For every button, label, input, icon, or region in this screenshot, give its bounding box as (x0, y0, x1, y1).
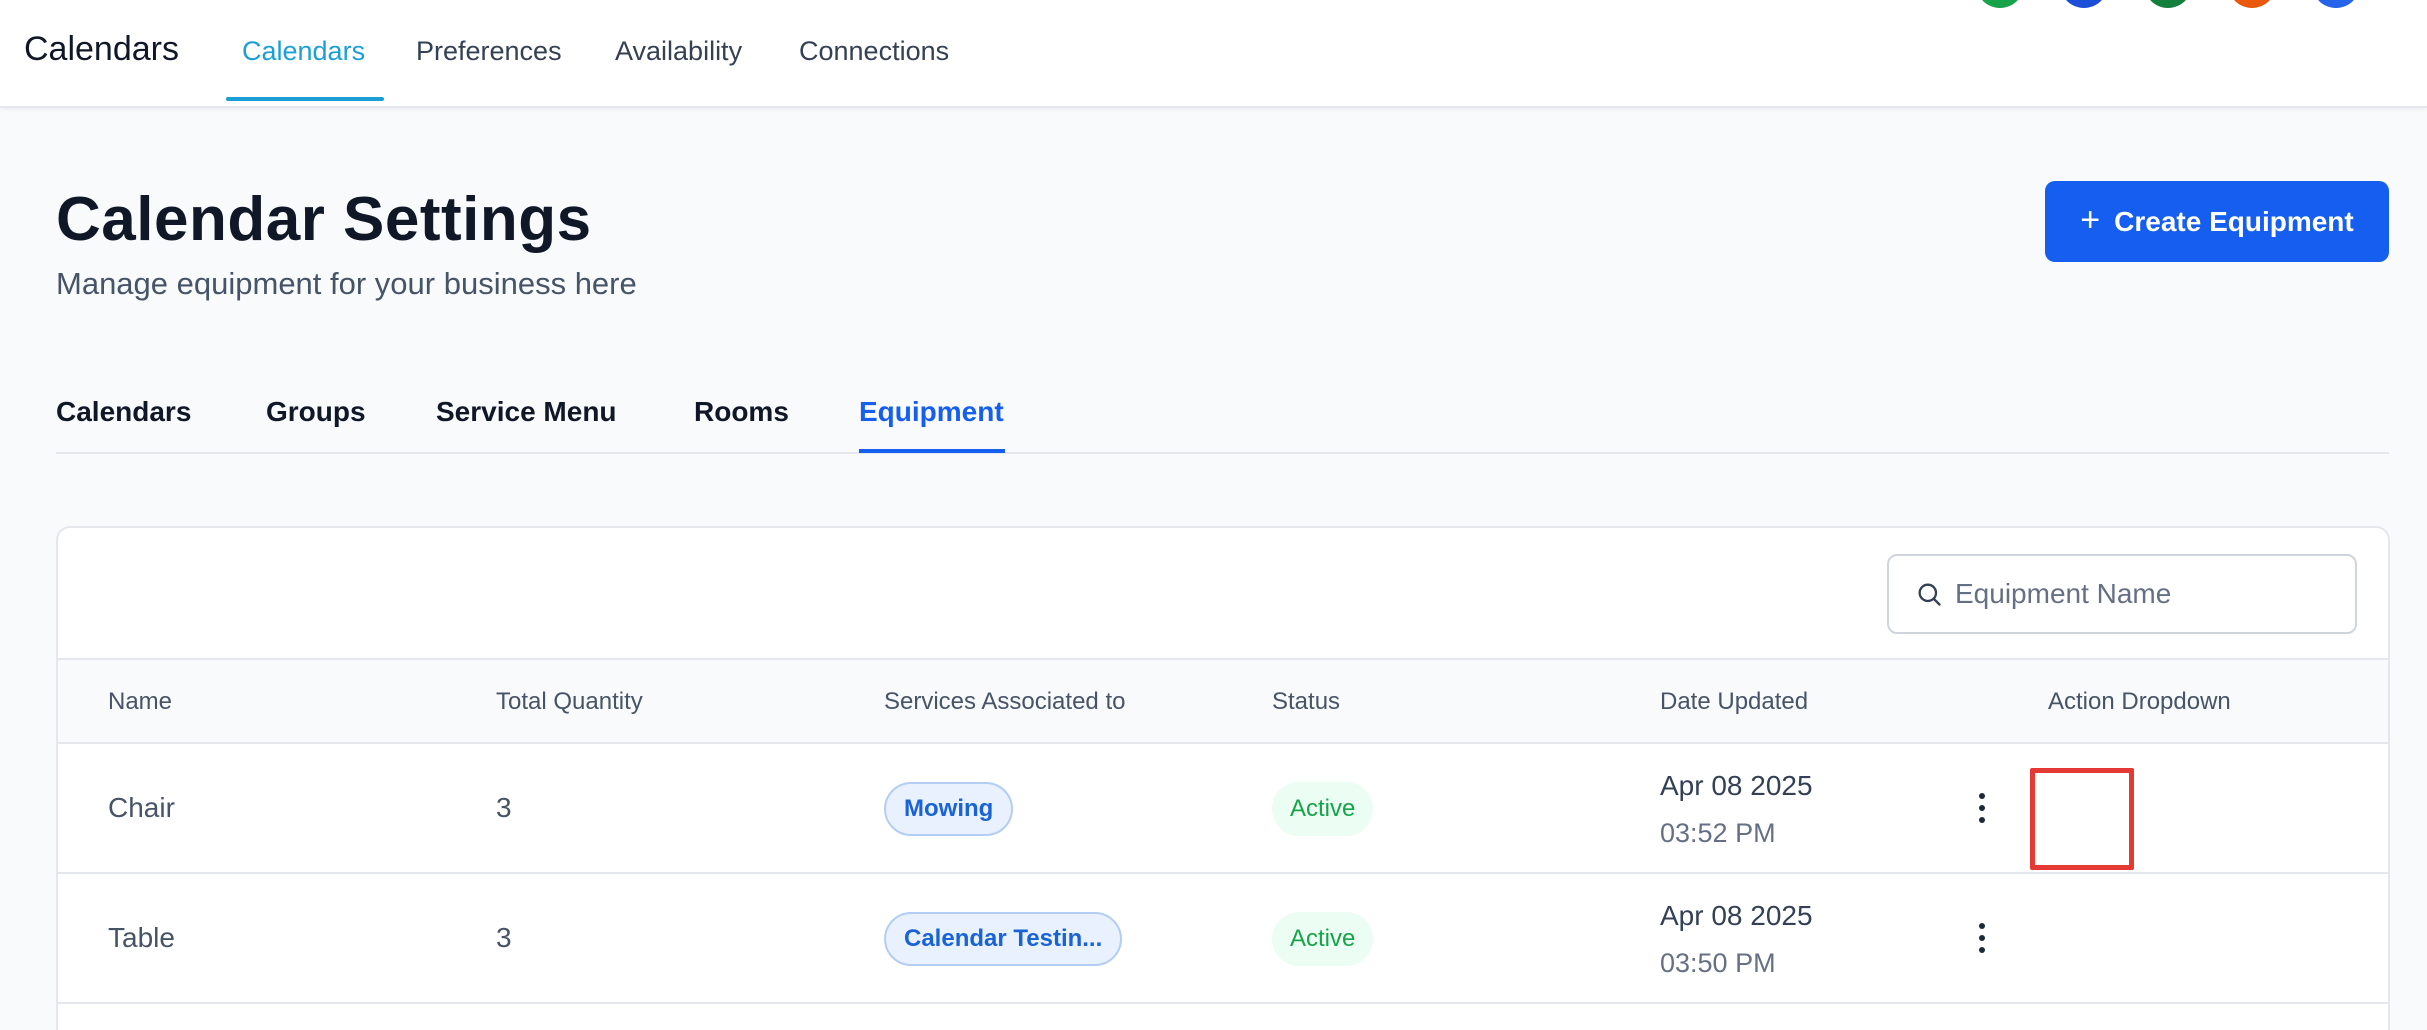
tab-groups[interactable]: Groups (266, 396, 366, 428)
tab-calendars[interactable]: Calendars (56, 396, 191, 428)
equipment-table-card: Name Total Quantity Services Associated … (56, 526, 2390, 1030)
service-tag: Calendar Testin... (884, 912, 1123, 966)
tab-equipment[interactable]: Equipment (859, 396, 1004, 428)
date-updated: Apr 08 2025 (1660, 900, 1813, 931)
avatar[interactable] (1976, 0, 2024, 8)
column-header-date-updated[interactable]: Date Updated (1660, 688, 1808, 716)
topnav-active-indicator (226, 97, 384, 101)
highlight-box (2030, 768, 2134, 870)
topnav-preferences[interactable]: Preferences (416, 36, 562, 67)
date-updated: Apr 08 2025 (1660, 770, 1813, 801)
top-navbar: Calendars Calendars Preferences Availabi… (0, 0, 2427, 108)
status-badge: Active (1272, 912, 1374, 966)
create-equipment-label: Create Equipment (2114, 205, 2354, 237)
equipment-quantity: 3 (496, 792, 512, 823)
topnav-calendars[interactable]: Calendars (242, 36, 365, 67)
tab-rooms[interactable]: Rooms (694, 396, 789, 428)
avatar[interactable] (2228, 0, 2276, 8)
search-icon (1918, 583, 1941, 606)
page-title: Calendar Settings (56, 185, 592, 254)
app-brand: Calendars (24, 30, 179, 68)
search-field[interactable] (1887, 554, 2357, 634)
avatar[interactable] (2060, 0, 2108, 8)
column-header-services[interactable]: Services Associated to (884, 688, 1125, 716)
service-tag: Mowing (884, 782, 1014, 836)
equipment-quantity: 3 (496, 922, 512, 953)
more-actions-icon[interactable] (1962, 908, 2002, 968)
column-header-status[interactable]: Status (1272, 688, 1340, 716)
equipment-name: Chair (108, 792, 175, 823)
column-header-action: Action Dropdown (2048, 688, 2231, 715)
topnav-availability[interactable]: Availability (615, 36, 742, 67)
page-subtitle: Manage equipment for your business here (56, 266, 637, 301)
time-updated: 03:50 PM (1660, 948, 1776, 978)
topnav-connections[interactable]: Connections (799, 36, 949, 67)
tabs-divider (56, 452, 2389, 454)
column-header-name[interactable]: Name (108, 688, 172, 716)
tab-active-indicator (859, 449, 1005, 453)
tab-service-menu[interactable]: Service Menu (436, 396, 617, 428)
table-header: Name Total Quantity Services Associated … (58, 658, 2388, 744)
more-actions-icon[interactable] (1962, 778, 2002, 838)
table-row: Table 3 Calendar Testin... Active Apr 08… (58, 874, 2388, 1004)
status-badge: Active (1272, 782, 1374, 836)
search-input[interactable] (1955, 578, 2335, 610)
time-updated: 03:52 PM (1660, 818, 1776, 848)
create-equipment-button[interactable]: + Create Equipment (2045, 181, 2389, 262)
avatar[interactable] (2144, 0, 2192, 8)
plus-icon: + (2080, 201, 2101, 239)
avatar[interactable] (2312, 0, 2360, 8)
equipment-name: Table (108, 922, 175, 953)
column-header-total-quantity[interactable]: Total Quantity (496, 688, 643, 716)
